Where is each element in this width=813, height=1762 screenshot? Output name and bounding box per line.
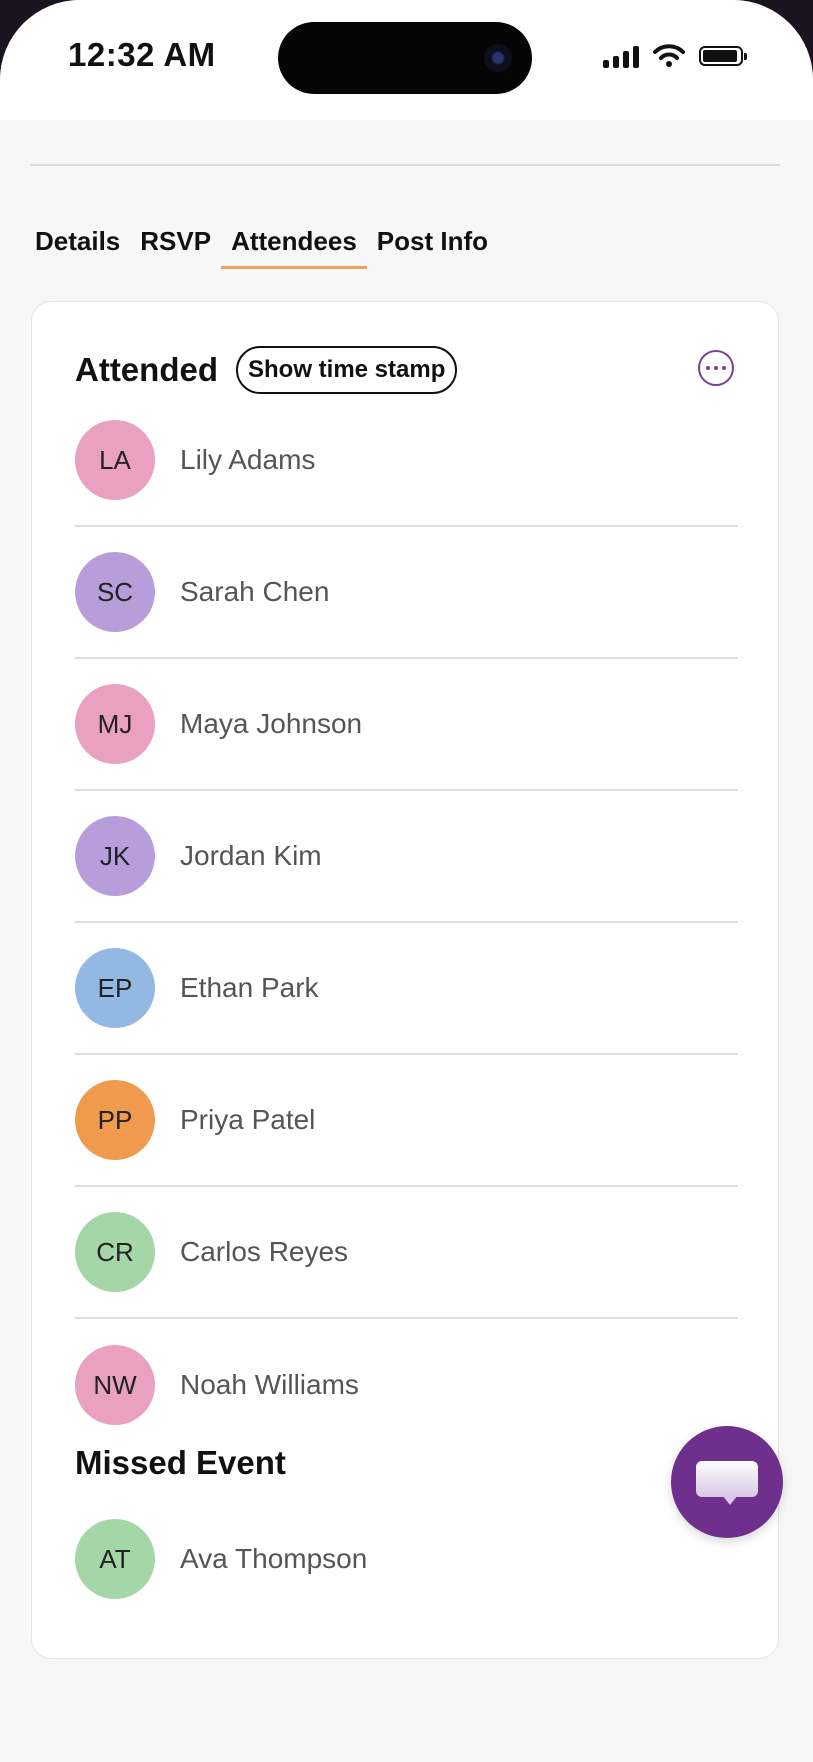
event-tabs: Details RSVP Attendees Post Info [35, 226, 508, 269]
attendee-name: Lily Adams [180, 444, 316, 475]
list-item[interactable]: NW Noah Williams [75, 1319, 738, 1451]
avatar: PP [75, 1080, 155, 1160]
attendee-name: Ava Thompson [180, 1543, 368, 1574]
top-divider [30, 164, 780, 166]
list-item[interactable]: PP Priya Patel [75, 1055, 738, 1187]
tab-post-info[interactable]: Post Info [377, 226, 488, 267]
avatar: SC [75, 552, 155, 632]
avatar: CR [75, 1212, 155, 1292]
attended-title: Attended [75, 351, 218, 388]
list-item[interactable]: JK Jordan Kim [75, 791, 738, 923]
signal-icon [603, 44, 639, 68]
missed-event-title: Missed Event [75, 1444, 286, 1481]
tab-attendees[interactable]: Attendees [221, 226, 367, 269]
attended-header: Attended Show time stamp [75, 346, 458, 394]
chat-button[interactable] [671, 1426, 783, 1538]
attendee-name: Sarah Chen [180, 576, 330, 607]
avatar: JK [75, 816, 155, 896]
more-options-icon[interactable] [698, 350, 734, 386]
show-timestamp-button[interactable]: Show time stamp [236, 346, 458, 394]
attendee-name: Ethan Park [180, 972, 319, 1003]
status-icons [603, 44, 747, 68]
camera-icon [484, 44, 512, 72]
battery-icon [699, 46, 747, 66]
avatar: EP [75, 948, 155, 1028]
list-item[interactable]: MJ Maya Johnson [75, 659, 738, 791]
list-item[interactable]: SC Sarah Chen [75, 527, 738, 659]
attended-list: LA Lily Adams SC Sarah Chen MJ Maya John… [75, 415, 738, 1471]
avatar: AT [75, 1519, 155, 1599]
attendee-name: Priya Patel [180, 1104, 316, 1135]
list-item[interactable]: EP Ethan Park [75, 923, 738, 1055]
status-time: 12:32 AM [68, 36, 216, 73]
attendees-card: Attended Show time stamp LA Lily Adams S… [31, 301, 779, 1659]
avatar: LA [75, 420, 155, 500]
tab-details[interactable]: Details [35, 226, 120, 267]
list-item[interactable]: CR Carlos Reyes [75, 1187, 738, 1319]
avatar: NW [75, 1345, 155, 1425]
tab-rsvp[interactable]: RSVP [140, 226, 211, 267]
chat-bubble-icon [696, 1461, 758, 1505]
attendee-name: Jordan Kim [180, 840, 322, 871]
attendee-name: Carlos Reyes [180, 1236, 349, 1267]
dynamic-island [278, 22, 532, 94]
status-bar: 12:32 AM [0, 0, 813, 120]
app-screen: 12:32 AM Details RSVP Attendees Post Inf… [0, 0, 813, 1762]
wifi-icon [653, 44, 685, 67]
missed-list: AT Ava Thompson [75, 1512, 738, 1606]
attendee-name: Noah Williams [180, 1369, 359, 1400]
avatar: MJ [75, 684, 155, 764]
list-item[interactable]: AT Ava Thompson [75, 1512, 738, 1606]
list-item[interactable]: LA Lily Adams [75, 395, 738, 527]
attendee-name: Maya Johnson [180, 708, 363, 739]
